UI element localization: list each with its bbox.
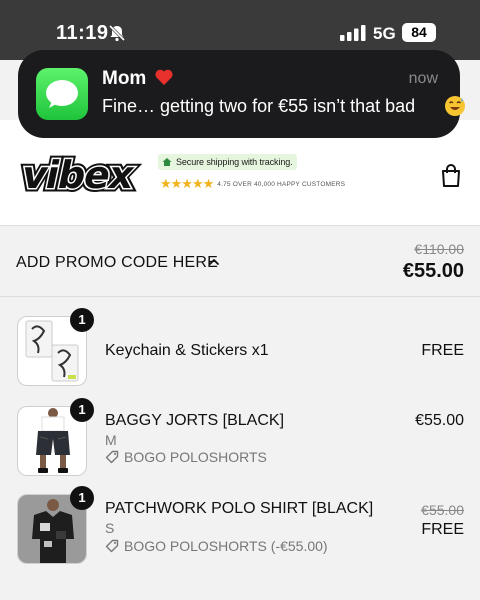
item-price: FREE bbox=[421, 521, 464, 538]
item-name: PATCHWORK POLO SHIRT [BLACK] bbox=[105, 500, 374, 517]
quantity-badge: 1 bbox=[70, 398, 94, 422]
cart-item: 1 Keychain & Stickers x1 FREE bbox=[0, 308, 480, 396]
rating-row: ★★★★★ 4.75 OVER 40,000 HAPPY CUSTOMERS bbox=[160, 176, 345, 192]
status-time: 11:19 bbox=[56, 22, 109, 44]
item-price: FREE bbox=[421, 342, 464, 359]
battery-icon: 84 bbox=[402, 23, 436, 42]
quantity-badge: 1 bbox=[70, 486, 94, 510]
promo-code-toggle[interactable]: ADD PROMO CODE HERE bbox=[16, 254, 218, 272]
discount-label: BOGO POLOSHORTS (-€55.00) bbox=[124, 538, 328, 554]
item-price: €55.00 bbox=[415, 412, 464, 429]
signal-icon bbox=[340, 25, 366, 41]
item-variant: M bbox=[105, 432, 117, 448]
bell-muted-icon bbox=[108, 24, 126, 42]
shopping-bag-icon[interactable] bbox=[440, 162, 462, 188]
house-icon bbox=[162, 158, 172, 166]
star-rating-icon: ★★★★★ bbox=[160, 176, 214, 191]
shipping-badge-text: Secure shipping with tracking. bbox=[176, 157, 293, 167]
original-total: €110.00 bbox=[414, 241, 464, 257]
item-name: BAGGY JORTS [BLACK] bbox=[105, 412, 285, 429]
message-notification[interactable]: Mom now Fine… getting two for €55 isn’t … bbox=[18, 50, 465, 138]
discount-tag: BOGO POLOSHORTS (-€55.00) bbox=[105, 538, 328, 554]
chevron-up-icon[interactable] bbox=[208, 257, 220, 267]
notification-message: Fine… getting two for €55 isn’t that bad bbox=[102, 96, 416, 116]
quantity-badge: 1 bbox=[70, 308, 94, 332]
discount-tag: BOGO POLOSHORTS bbox=[105, 449, 267, 465]
messages-icon bbox=[36, 68, 88, 120]
svg-text:vibex: vibex bbox=[18, 153, 139, 198]
item-price-original: €55.00 bbox=[421, 502, 464, 518]
rating-text: 4.75 OVER 40,000 HAPPY CUSTOMERS bbox=[217, 180, 346, 188]
discount-label: BOGO POLOSHORTS bbox=[124, 449, 267, 465]
order-total: €55.00 bbox=[402, 260, 464, 282]
sweat-smile-emoji-icon bbox=[445, 96, 465, 116]
heart-icon bbox=[155, 69, 173, 85]
item-variant: S bbox=[105, 520, 115, 536]
tag-icon bbox=[105, 450, 119, 464]
notification-time: now bbox=[408, 70, 438, 87]
item-name: Keychain & Stickers x1 bbox=[105, 342, 269, 359]
cart-item: 1 BAGGY JORTS [BLACK] M BOGO POLOSHORTS … bbox=[0, 398, 480, 486]
cart-item: 1 PATCHWORK POLO SHIRT [BLACK] S BOGO PO… bbox=[0, 486, 480, 574]
notification-sender: Mom bbox=[102, 68, 147, 89]
brand-logo[interactable]: vibex vibex vibex bbox=[16, 150, 152, 204]
shipping-badge: Secure shipping with tracking. bbox=[158, 154, 297, 170]
tag-icon bbox=[105, 539, 119, 553]
promo-summary: ADD PROMO CODE HERE €110.00 €55.00 bbox=[0, 227, 480, 297]
network-type: 5G bbox=[373, 24, 396, 43]
